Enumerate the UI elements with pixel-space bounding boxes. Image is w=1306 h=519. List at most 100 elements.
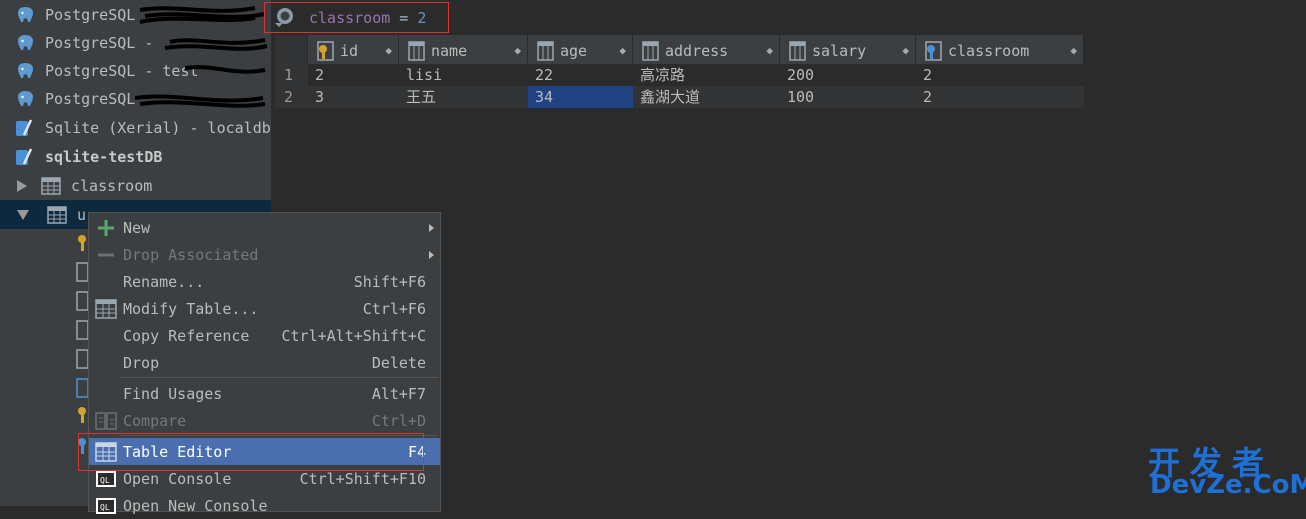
sort-icon[interactable]: ◆ (902, 44, 909, 57)
menu-item-shortcut: Delete (371, 353, 426, 372)
cell-id[interactable]: 2 (308, 64, 399, 86)
menu-item-shortcut: Ctrl+Alt+Shift+C (281, 326, 427, 345)
collapse-arrow-icon[interactable] (17, 209, 29, 220)
column-header-name[interactable]: name ◆ (399, 35, 528, 66)
blank-icon (95, 326, 117, 346)
column-icon (642, 40, 659, 61)
column-label: age (560, 41, 588, 60)
menu-item-shortcut: Ctrl+D (371, 411, 426, 430)
sort-icon[interactable]: ◆ (514, 44, 521, 57)
cell-id[interactable]: 3 (308, 86, 399, 108)
blank-icon (95, 384, 117, 404)
column-icon (76, 262, 88, 282)
menu-item-label: Drop (123, 353, 160, 372)
sqlite-icon (16, 118, 33, 136)
column-header-classroom[interactable]: classroom ◆ (916, 35, 1084, 66)
column-label: name (431, 41, 468, 60)
column-header-salary[interactable]: salary ◆ (780, 35, 916, 66)
row-number: 1 (275, 64, 308, 86)
column-icon (76, 320, 88, 340)
filter-column: classroom (309, 8, 391, 27)
filter-bar[interactable]: classroom = 2 (264, 2, 449, 33)
column-icon (76, 291, 88, 311)
menu-item-rename[interactable]: Rename... Shift+F6 (89, 268, 440, 295)
menu-item-drop[interactable]: Drop Delete (89, 349, 440, 376)
column-icon (537, 40, 554, 61)
row-number-header (275, 35, 308, 66)
tree-item-label: u (77, 205, 87, 224)
sort-icon[interactable]: ◆ (766, 44, 773, 57)
tree-item-label: PostgreSQL (45, 89, 136, 108)
cell-name[interactable]: lisi (399, 64, 528, 86)
console-icon: QL (96, 470, 116, 487)
postgresql-icon (18, 62, 33, 78)
table-icon (47, 205, 67, 224)
column-header-id[interactable]: id ◆ (308, 35, 399, 66)
postgresql-icon (18, 34, 33, 50)
cell-classroom[interactable]: 2 (916, 64, 1084, 86)
tree-item-sqlite-testdb[interactable]: sqlite-testDB (0, 142, 271, 171)
cell-age-selected[interactable]: 34 (528, 86, 633, 108)
menu-item-shortcut: Shift+F6 (353, 272, 426, 291)
menu-item-new[interactable]: New (89, 214, 440, 241)
row-number: 2 (275, 86, 308, 108)
sort-icon[interactable]: ◆ (385, 44, 392, 57)
menu-item-modify-table[interactable]: Modify Table... Ctrl+F6 (89, 295, 440, 322)
cell-address[interactable]: 鑫湖大道 (633, 86, 780, 108)
column-label: salary (812, 41, 867, 60)
filter-icon[interactable] (273, 6, 299, 30)
expand-arrow-icon[interactable] (17, 179, 27, 192)
key-icon (78, 407, 86, 423)
menu-item-label: Drop Associated (123, 245, 259, 264)
sort-icon[interactable]: ◆ (619, 44, 626, 57)
menu-item-drop-associated[interactable]: Drop Associated (89, 241, 440, 268)
submenu-arrow-icon (429, 250, 434, 259)
sqlite-icon (16, 147, 33, 165)
tree-item-label: Sqlite (Xerial) - localdb (45, 118, 271, 137)
cell-age[interactable]: 22 (528, 64, 633, 86)
menu-item-label: Open Console (123, 469, 232, 488)
column-header-address[interactable]: address ◆ (633, 35, 780, 66)
blank-icon (95, 272, 117, 292)
menu-item-label: Copy Reference (123, 326, 250, 345)
tree-item-label: classroom (71, 176, 153, 195)
tree-item-classroom[interactable]: classroom (0, 171, 271, 200)
menu-item-label: Modify Table... (123, 299, 259, 318)
tree-item-label: sqlite-testDB (45, 147, 163, 166)
fk-column-icon (76, 378, 88, 398)
postgresql-icon (18, 6, 33, 22)
column-header-age[interactable]: age ◆ (528, 35, 633, 66)
watermark-text: DevZe.CoM (1150, 470, 1306, 500)
minus-icon (98, 253, 114, 256)
cell-address[interactable]: 高凉路 (633, 64, 780, 86)
cell-salary[interactable]: 200 (780, 64, 916, 86)
menu-item-label: New (123, 218, 151, 237)
column-label: address (665, 41, 729, 60)
table-icon (95, 298, 117, 319)
cell-name[interactable]: 王五 (399, 86, 528, 108)
column-icon (789, 40, 806, 61)
menu-item-find-usages[interactable]: Find Usages Alt+F7 (89, 380, 440, 407)
key-column-icon (78, 235, 86, 251)
menu-separator (119, 377, 438, 378)
cell-classroom[interactable]: 2 (916, 86, 1084, 108)
table-icon (41, 176, 61, 195)
menu-item-label: Rename... (123, 272, 205, 291)
menu-item-compare[interactable]: Compare Ctrl+D (89, 407, 440, 434)
menu-item-copy-reference[interactable]: Copy Reference Ctrl+Alt+Shift+C (89, 322, 440, 349)
compare-icon (95, 411, 117, 430)
table-row[interactable]: 2 3 王五 34 鑫湖大道 100 2 (275, 86, 1084, 108)
svg-text:QL: QL (100, 476, 110, 485)
menu-item-label: Find Usages (123, 384, 223, 403)
postgresql-icon (18, 90, 33, 106)
svg-text:QL: QL (100, 503, 110, 512)
table-row[interactable]: 1 2 lisi 22 高凉路 200 2 (275, 64, 1084, 86)
column-icon (76, 349, 88, 369)
foreign-key-column-icon (925, 40, 942, 61)
plus-icon (98, 219, 114, 236)
cell-salary[interactable]: 100 (780, 86, 916, 108)
blank-icon (95, 353, 117, 373)
redaction-scribble (135, 6, 268, 108)
sort-icon[interactable]: ◆ (1070, 44, 1077, 57)
menu-item-shortcut: Ctrl+Shift+F10 (299, 469, 426, 488)
